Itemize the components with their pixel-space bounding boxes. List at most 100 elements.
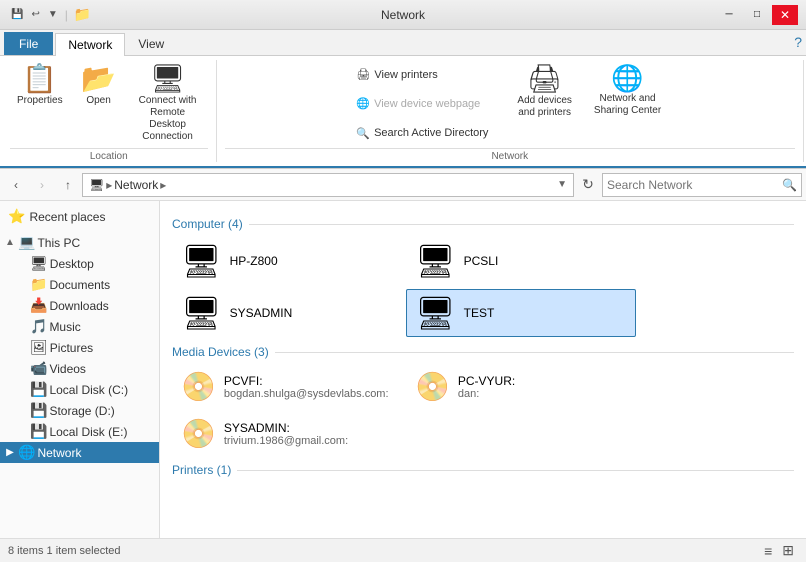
- up-button[interactable]: ↑: [56, 173, 80, 197]
- location-group-label: Location: [10, 148, 208, 162]
- recent-places-icon: ⭐: [8, 208, 25, 225]
- videos-label: Videos: [49, 362, 85, 376]
- ribbon-content: 📋 Properties 📂 Open 🖥 Connect with Remot…: [0, 56, 806, 168]
- help-button[interactable]: ?: [790, 30, 806, 54]
- main-layout: ⭐ Recent places ▲ 💻 This PC 🖥 Desktop 📁 …: [0, 201, 806, 538]
- local-c-icon: 💾: [30, 381, 47, 398]
- pcvfi-name: PCVFI:: [224, 374, 389, 388]
- sidebar-item-music[interactable]: 🎵 Music: [0, 316, 159, 337]
- pictures-icon: 🖼: [30, 339, 48, 356]
- search-box[interactable]: 🔍: [602, 173, 802, 197]
- local-c-label: Local Disk (C:): [49, 383, 128, 397]
- add-devices-button[interactable]: 🖨 Add devicesand printers: [510, 60, 578, 124]
- remote-desktop-icon: 🖥: [150, 65, 186, 93]
- connect-remote-button[interactable]: 🖥 Connect with RemoteDesktop Connection: [128, 60, 208, 148]
- maximize-button[interactable]: □: [744, 5, 770, 25]
- tab-view[interactable]: View: [125, 32, 177, 55]
- path-sep-1: ▸: [106, 178, 112, 192]
- ribbon-group-items-location: 📋 Properties 📂 Open 🖥 Connect with Remot…: [10, 60, 208, 148]
- sidebar-item-pictures[interactable]: 🖼 Pictures: [0, 337, 159, 358]
- back-button[interactable]: ‹: [4, 173, 28, 197]
- local-e-icon: 💾: [30, 423, 47, 440]
- sidebar-item-documents[interactable]: 📁 Documents: [0, 274, 159, 295]
- list-item[interactable]: 🖥 HP-Z800: [172, 237, 402, 285]
- network-sharing-button[interactable]: 🌐 Network andSharing Center: [587, 60, 668, 122]
- documents-label: Documents: [49, 278, 110, 292]
- pcsli-icon: 🖥: [415, 242, 456, 280]
- ribbon-group-items-network: 🖨 View printers 🌐 View device webpage 🔍 …: [351, 60, 668, 148]
- downloads-icon: 📥: [30, 297, 47, 314]
- window-controls: ─ □ ✕: [716, 5, 798, 25]
- sysadmin-media-name: SYSADMIN:: [224, 421, 348, 435]
- close-button[interactable]: ✕: [772, 5, 798, 25]
- music-label: Music: [49, 320, 80, 334]
- sidebar-item-downloads[interactable]: 📥 Downloads: [0, 295, 159, 316]
- search-ad-label: Search Active Directory: [374, 127, 488, 139]
- network-sharing-label: Network andSharing Center: [594, 93, 661, 117]
- quick-undo-btn[interactable]: ↩: [28, 7, 42, 22]
- sidebar: ⭐ Recent places ▲ 💻 This PC 🖥 Desktop 📁 …: [0, 201, 160, 538]
- network-label: Network: [37, 446, 81, 460]
- documents-icon: 📁: [30, 276, 47, 293]
- test-name: TEST: [464, 306, 495, 320]
- list-item[interactable]: 📀 PC-VYUR: dan:: [406, 365, 636, 408]
- storage-d-icon: 💾: [30, 402, 47, 419]
- window-icon: 📁: [74, 6, 91, 23]
- list-item[interactable]: 🖥 SYSADMIN: [172, 289, 402, 337]
- sidebar-item-network[interactable]: ▶ 🌐 Network: [0, 442, 159, 463]
- list-item[interactable]: 📀 PCVFI: bogdan.shulga@sysdevlabs.com:: [172, 365, 402, 408]
- hp-z800-icon: 🖥: [181, 242, 222, 280]
- computer-items-grid: 🖥 HP-Z800 🖥 PCSLI 🖥 SYSADMIN 🖥 TEST: [172, 237, 794, 337]
- search-input[interactable]: [603, 178, 778, 192]
- pictures-label: Pictures: [50, 341, 93, 355]
- sidebar-item-local-e[interactable]: 💾 Local Disk (E:): [0, 421, 159, 442]
- sysadmin-name: SYSADMIN: [230, 306, 293, 320]
- sidebar-item-this-pc[interactable]: ▲ 💻 This PC: [0, 232, 159, 253]
- properties-icon: 📋: [22, 65, 57, 93]
- selection-count: 1 item selected: [47, 545, 121, 557]
- storage-d-label: Storage (D:): [49, 404, 114, 418]
- content-area: Computer (4) 🖥 HP-Z800 🖥 PCSLI 🖥 SYSADMI…: [160, 201, 806, 538]
- pc-vyur-icon: 📀: [415, 370, 450, 403]
- sysadmin-media-info: SYSADMIN: trivium.1986@gmail.com:: [224, 421, 348, 447]
- view-printers-button[interactable]: 🖨 View printers: [351, 65, 493, 84]
- path-computer-icon: 🖥: [89, 178, 104, 192]
- minimize-button[interactable]: ─: [716, 5, 742, 25]
- title-bar: 💾 ↩ ▼ | 📁 Network ─ □ ✕: [0, 0, 806, 30]
- add-devices-label: Add devicesand printers: [517, 95, 571, 119]
- network-icon: 🌐: [18, 444, 35, 461]
- open-button[interactable]: 📂 Open: [74, 60, 124, 112]
- sidebar-item-local-c[interactable]: 💾 Local Disk (C:): [0, 379, 159, 400]
- sysadmin-icon: 🖥: [181, 294, 222, 332]
- videos-icon: 📹: [30, 360, 47, 377]
- view-device-label: View device webpage: [374, 98, 480, 110]
- search-ad-button[interactable]: 🔍 Search Active Directory: [351, 124, 493, 143]
- refresh-button[interactable]: ↻: [576, 173, 600, 197]
- sidebar-item-desktop[interactable]: 🖥 Desktop: [0, 253, 159, 274]
- details-view-button[interactable]: ⊞: [778, 540, 798, 561]
- forward-button[interactable]: ›: [30, 173, 54, 197]
- list-item[interactable]: 🖥 TEST: [406, 289, 636, 337]
- address-path[interactable]: 🖥 ▸ Network ▸ ▼: [82, 173, 574, 197]
- tab-network[interactable]: Network: [55, 33, 125, 56]
- ribbon-group-network: 🖨 View printers 🌐 View device webpage 🔍 …: [217, 60, 804, 162]
- list-item[interactable]: 🖥 PCSLI: [406, 237, 636, 285]
- window-title: Network: [381, 8, 425, 22]
- search-icon: 🔍: [778, 178, 801, 192]
- sidebar-item-videos[interactable]: 📹 Videos: [0, 358, 159, 379]
- quick-save-btn[interactable]: 💾: [8, 7, 26, 22]
- path-chevron: ▼: [557, 179, 567, 190]
- open-label: Open: [86, 95, 110, 107]
- properties-button[interactable]: 📋 Properties: [10, 60, 70, 112]
- sidebar-item-storage-d[interactable]: 💾 Storage (D:): [0, 400, 159, 421]
- pcvfi-subtitle: bogdan.shulga@sysdevlabs.com:: [224, 388, 389, 400]
- sidebar-item-recent-places[interactable]: ⭐ Recent places: [0, 205, 159, 228]
- quick-dropdown-btn[interactable]: ▼: [45, 7, 61, 22]
- list-item[interactable]: 📀 SYSADMIN: trivium.1986@gmail.com:: [172, 412, 402, 455]
- downloads-label: Downloads: [49, 299, 108, 313]
- title-bar-left: 💾 ↩ ▼ | 📁: [8, 6, 91, 23]
- local-e-label: Local Disk (E:): [49, 425, 127, 439]
- tab-file[interactable]: File: [4, 32, 53, 55]
- view-device-button[interactable]: 🌐 View device webpage: [351, 94, 493, 113]
- list-view-button[interactable]: ≡: [760, 540, 776, 561]
